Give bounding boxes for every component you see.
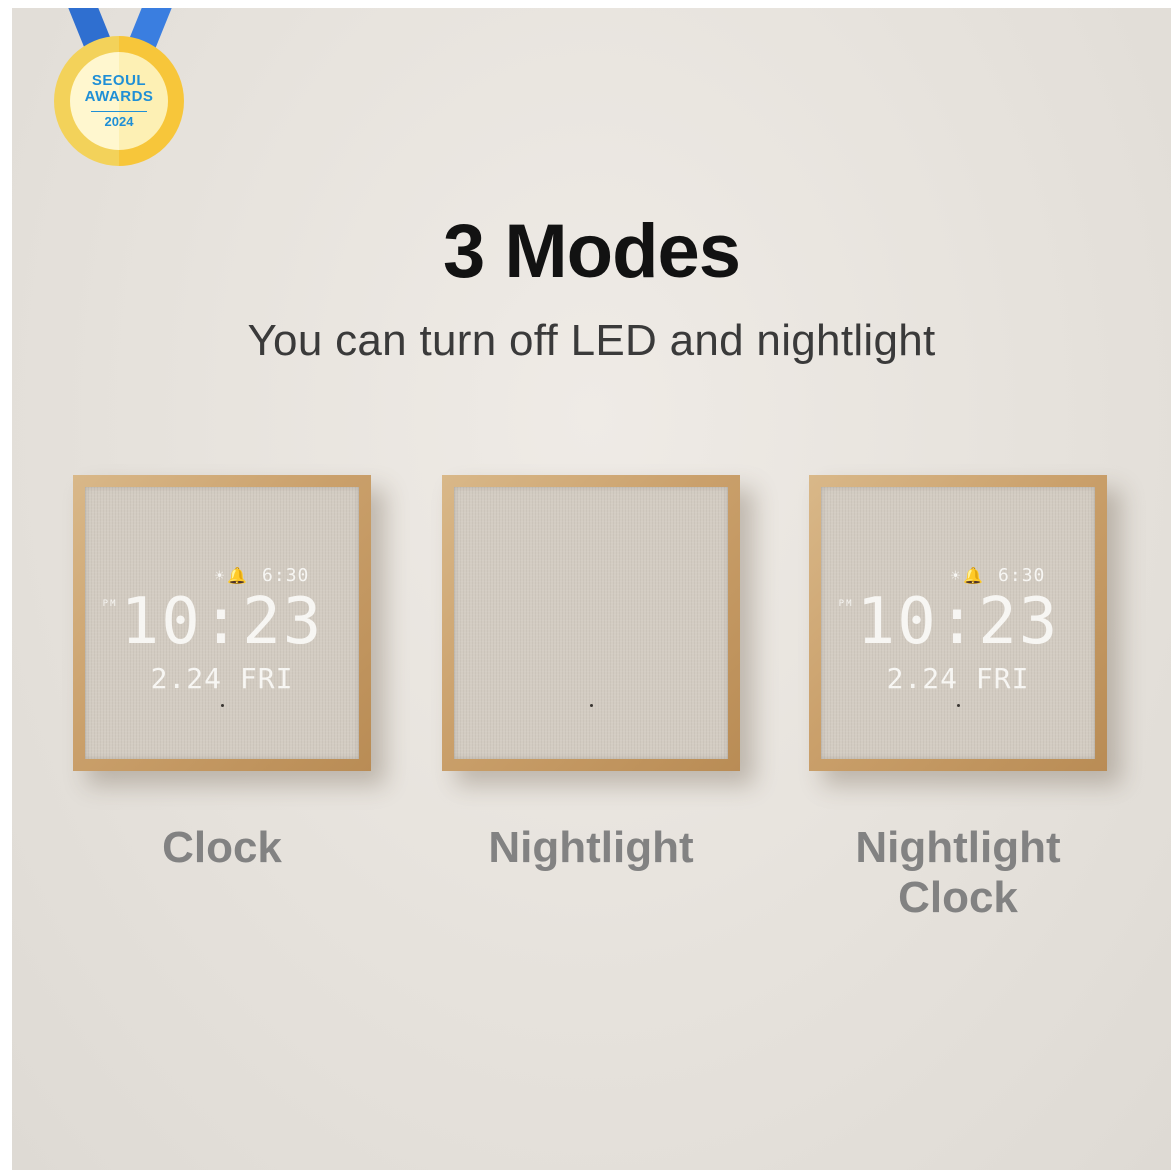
am-pm-indicator: PM	[102, 599, 118, 609]
nightlight-mode-frame	[402, 385, 780, 841]
badge-year: 2024	[91, 110, 147, 129]
alarm-time: 6:30	[262, 565, 310, 586]
status-row: ☀ 🔔 6:30	[165, 565, 359, 586]
clock-time: PM 10:23	[821, 590, 1095, 654]
alarm-bell-icon: 🔔	[227, 566, 249, 585]
page-title: 3 Modes	[442, 209, 741, 294]
alarm-time: 6:30	[998, 565, 1046, 586]
mode-label-line1: Nightlight	[855, 823, 1061, 872]
badge-text: SEOUL AWARDS 2024	[70, 52, 168, 150]
nightlight-clock-mode-frame: ☀ 🔔 6:30 PM 10:23 2.24 FRI	[769, 385, 1147, 841]
led-display: ☀ 🔔 6:30 PM 10:23 2.24 FRI	[821, 565, 1095, 695]
status-row: ☀ 🔔 6:30	[901, 565, 1095, 586]
mode-label-nightlight: Nightlight	[488, 823, 694, 872]
sensor-dot	[590, 704, 593, 707]
sensor-dot	[221, 704, 224, 707]
clock-mode-frame: ☀ 🔔 6:30 PM 10:23 2.24 FRI	[73, 475, 371, 771]
sun-icon: ☀	[214, 566, 226, 585]
badge-line1: SEOUL	[91, 72, 147, 90]
time-value: 10:23	[120, 585, 324, 659]
badge-medal: SEOUL AWARDS 2024	[54, 36, 184, 166]
led-display: ☀ 🔔 6:30 PM 10:23 2.24 FRI	[85, 565, 359, 695]
sensor-dot	[957, 704, 960, 707]
clock-date: 2.24 FRI	[886, 662, 1030, 695]
clock-date: 2.24 FRI	[150, 662, 294, 695]
mode-label-line2: Clock	[898, 873, 1018, 922]
badge-line2: AWARDS	[84, 88, 154, 106]
product-banner: SEOUL AWARDS 2024 3 Modes You can turn o…	[12, 8, 1171, 1170]
fabric-panel	[454, 487, 728, 759]
am-pm-indicator: PM	[838, 599, 854, 609]
fabric-panel: ☀ 🔔 6:30 PM 10:23 2.24 FRI	[821, 487, 1095, 759]
mode-label-clock: Clock	[162, 823, 282, 872]
page-subtitle: You can turn off LED and nightlight	[247, 316, 936, 365]
time-value: 10:23	[856, 585, 1060, 659]
clock-time: PM 10:23	[85, 590, 359, 654]
award-badge: SEOUL AWARDS 2024	[54, 8, 186, 168]
alarm-bell-icon: 🔔	[963, 566, 985, 585]
mode-label-nightlight-clock: Nightlight Clock	[809, 823, 1107, 923]
sun-icon: ☀	[950, 566, 962, 585]
fabric-panel: ☀ 🔔 6:30 PM 10:23 2.24 FRI	[85, 487, 359, 759]
